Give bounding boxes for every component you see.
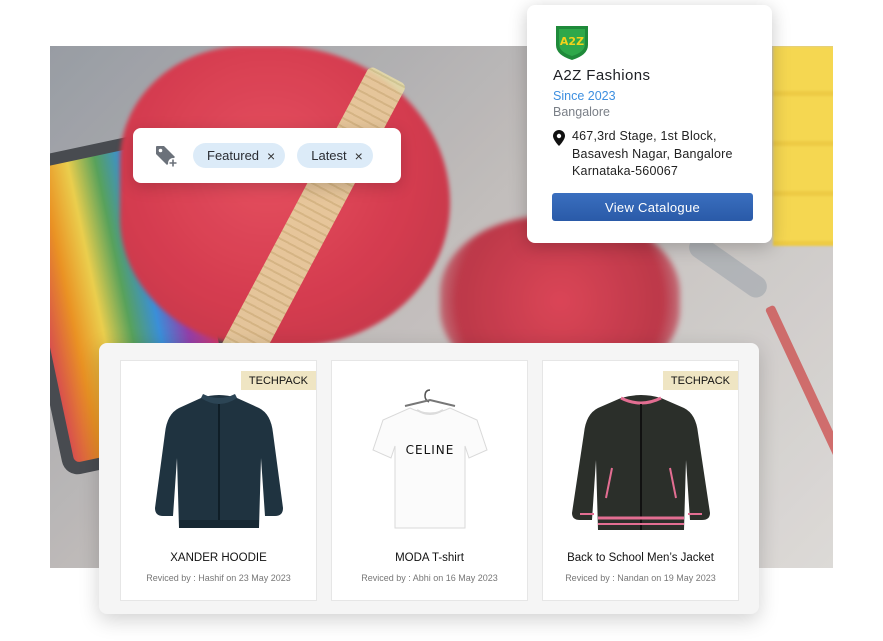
product-name: MODA T-shirt — [395, 552, 464, 564]
tag-chip-label: Latest — [311, 148, 347, 163]
store-city: Bangalore — [553, 105, 610, 119]
logo-text: A2Z — [560, 35, 584, 48]
product-card[interactable]: CELINE MODA T-shirt Reviced by : Abhi on… — [331, 360, 528, 601]
product-card[interactable]: TECHPACK Back to School Men’s Jacket Rev… — [542, 360, 739, 601]
store-logo: A2Z — [553, 23, 591, 61]
tag-chip-label: Featured — [207, 148, 260, 163]
product-revision: Reviced by : Abhi on 16 May 2023 — [361, 573, 498, 583]
remove-tag-icon[interactable]: × — [355, 148, 363, 164]
tag-chip-latest[interactable]: Latest × — [297, 143, 373, 168]
remove-tag-icon[interactable]: × — [267, 148, 275, 164]
product-revision: Reviced by : Hashif on 23 May 2023 — [146, 573, 291, 583]
address-line: Karnataka-560067 — [572, 164, 679, 178]
store-info-card: A2Z A2Z Fashions Since 2023 Bangalore 46… — [527, 5, 772, 243]
product-name: XANDER HOODIE — [170, 552, 267, 564]
store-address: 467,3rd Stage, 1st Block, Basavesh Nagar… — [553, 128, 752, 181]
tag-chip-featured[interactable]: Featured × — [193, 143, 286, 168]
navy-jacket-image — [121, 383, 316, 543]
white-tshirt-image: CELINE — [332, 383, 527, 543]
products-panel: TECHPACK XANDER HOODIE Reviced by : Hash… — [99, 343, 759, 614]
location-pin-icon — [553, 130, 565, 146]
tags-card: Featured × Latest × — [133, 128, 401, 183]
store-name: A2Z Fashions — [553, 67, 651, 84]
address-line: 467,3rd Stage, 1st Block, — [572, 129, 717, 143]
product-revision: Reviced by : Nandan on 19 May 2023 — [565, 573, 716, 583]
tshirt-print: CELINE — [405, 443, 454, 457]
store-since: Since 2023 — [553, 89, 616, 103]
address-line: Basavesh Nagar, Bangalore — [572, 146, 733, 161]
black-jacket-image — [543, 383, 738, 543]
product-card[interactable]: TECHPACK XANDER HOODIE Reviced by : Hash… — [120, 360, 317, 601]
product-name: Back to School Men’s Jacket — [567, 552, 714, 564]
tag-add-icon[interactable] — [151, 141, 181, 171]
view-catalogue-button[interactable]: View Catalogue — [552, 193, 753, 221]
